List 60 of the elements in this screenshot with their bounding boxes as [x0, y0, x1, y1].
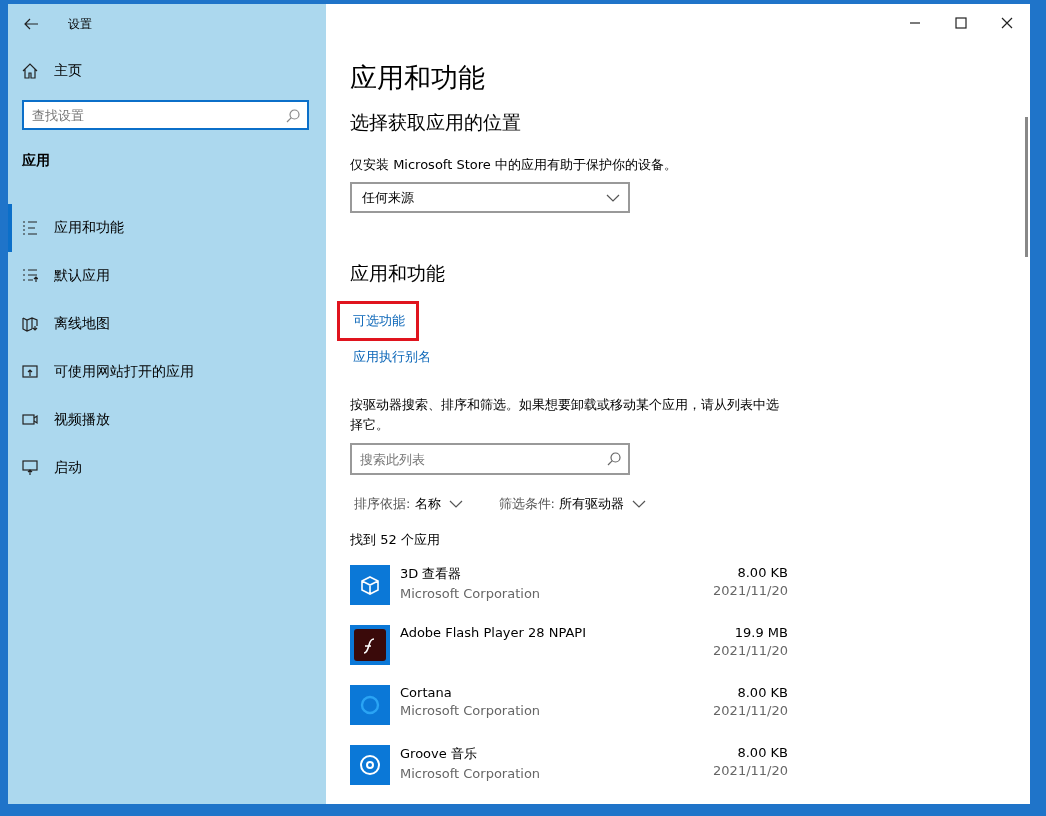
app-name: Cortana: [400, 685, 453, 700]
close-icon: [1001, 17, 1013, 29]
section-heading: 应用: [22, 152, 51, 170]
chevron-down-icon: [448, 500, 463, 508]
home-icon: [22, 63, 38, 79]
link[interactable]: 可选功能: [353, 312, 405, 330]
app-row[interactable]: 3D 查看器 Microsoft Corporation 8.00 KB 2021/11/20: [350, 559, 788, 619]
app-name: Groove 音乐: [400, 745, 478, 763]
list-icon: [22, 220, 38, 236]
nav-item[interactable]: 可使用网站打开的应用: [8, 348, 326, 396]
filter-dropdown[interactable]: 筛选条件: 所有驱动器: [498, 495, 647, 513]
app-size: 8.00 KB: [737, 685, 788, 700]
search-field[interactable]: 搜索此列表: [350, 443, 630, 475]
chevron-down-icon: [632, 500, 647, 508]
chevron-down-icon: [606, 193, 620, 202]
back-arrow-icon: [24, 18, 38, 30]
app-name: 3D 查看器: [400, 565, 463, 583]
video-camera-icon: [22, 412, 38, 428]
scrollbar-thumb[interactable]: [1025, 117, 1028, 257]
app-name: Adobe Flash Player 28 NPAPI: [400, 625, 587, 640]
source-dropdown[interactable]: 任何来源: [350, 182, 630, 213]
nav-item[interactable]: 视频播放: [8, 396, 326, 444]
app-size: 19.9 MB: [734, 625, 788, 640]
section-heading: 选择获取应用的位置: [350, 110, 522, 135]
info-text: 仅安装 Microsoft Store 中的应用有助于保护你的设备。: [350, 156, 678, 174]
window-title: 设置: [68, 15, 92, 33]
section-heading: 应用和功能: [350, 261, 446, 286]
map-icon: [22, 316, 38, 332]
search-icon: [286, 109, 300, 123]
app-size: 8.00 KB: [737, 565, 788, 580]
result-count: 找到 52 个应用: [350, 531, 441, 549]
nav-item[interactable]: 启动: [8, 444, 326, 492]
link[interactable]: 应用执行别名: [353, 348, 431, 366]
sort-dropdown[interactable]: 排序依据: 名称: [354, 495, 463, 513]
window-icon: [22, 364, 38, 380]
install-date: 2021/11/20: [713, 703, 788, 718]
circle-icon: [358, 693, 382, 717]
monitor-icon: [22, 460, 38, 476]
nav-item[interactable]: 应用和功能: [8, 204, 326, 252]
app-row[interactable]: Adobe Flash Player 28 NPAPI 19.9 MB 2021/11/20: [350, 619, 788, 679]
app-row[interactable]: Groove 音乐 Microsoft Corporation 8.00 KB 2021/11/20: [350, 739, 788, 799]
install-date: 2021/11/20: [713, 643, 788, 658]
app-publisher: Microsoft Corporation: [400, 703, 542, 718]
list-icon: [22, 268, 38, 284]
nav-item[interactable]: 默认应用: [8, 252, 326, 300]
disc-icon: [358, 753, 382, 777]
install-date: 2021/11/20: [713, 763, 788, 778]
maximize-icon: [955, 17, 967, 29]
search-icon: [607, 452, 621, 466]
app-publisher: Microsoft Corporation: [400, 586, 542, 601]
app-row[interactable]: Cortana Microsoft Corporation 8.00 KB 2021/11/20: [350, 679, 788, 739]
page-title: 应用和功能: [350, 61, 486, 95]
app-publisher: Microsoft Corporation: [400, 766, 542, 781]
search-field[interactable]: 查找设置: [22, 100, 309, 130]
app-size: 8.00 KB: [737, 745, 788, 760]
home-link[interactable]: 主页: [22, 62, 82, 80]
install-date: 2021/11/20: [713, 583, 788, 598]
nav-item[interactable]: 离线地图: [8, 300, 326, 348]
description-text: 按驱动器搜索、排序和筛选。如果想要卸载或移动某个应用，请从列表中选择它。: [350, 396, 780, 434]
cube-icon: [358, 573, 382, 597]
